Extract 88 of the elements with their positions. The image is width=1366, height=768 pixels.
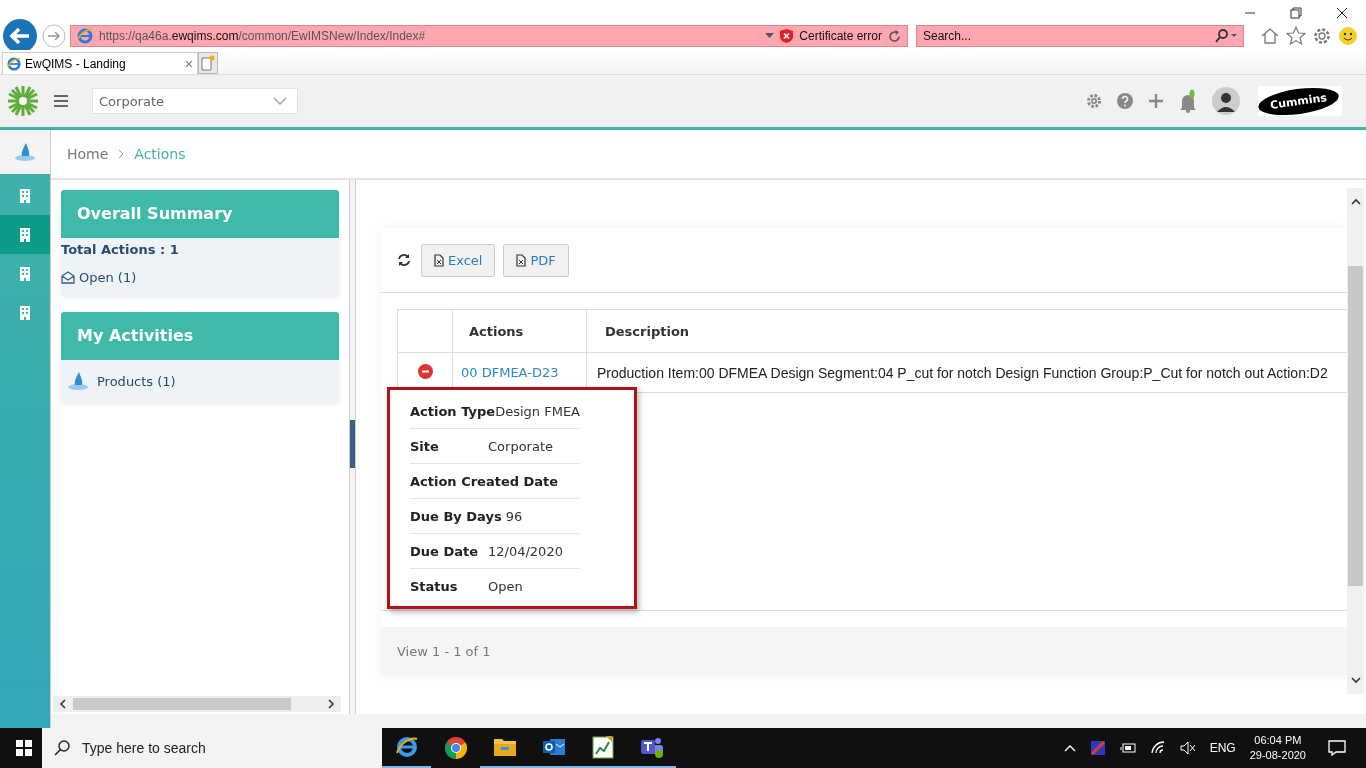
browser-icon[interactable] (394, 735, 419, 759)
table-cell: Production Item:00 DFMEA Design Segment:04 P_cut for notch Design Function Group:P_Cut for notch out Action:D2 (597, 364, 1328, 381)
column-header[interactable]: Actions (469, 323, 524, 339)
search-field[interactable]: Search... (916, 25, 1244, 47)
pager-info: View 1 - 1 of 1 (397, 643, 491, 659)
search-icon (54, 740, 70, 756)
snowflake-logo-icon (7, 85, 39, 117)
vertical-scrollbar[interactable] (1347, 188, 1364, 694)
tab-close[interactable]: × (184, 55, 193, 72)
droplet-icon (67, 371, 89, 391)
site-dropdown[interactable]: Corporate (92, 88, 298, 114)
scroll-left-icon[interactable] (59, 699, 67, 709)
chart-app-icon[interactable] (591, 735, 614, 759)
home-icon[interactable] (1260, 26, 1280, 46)
file-icon (516, 253, 527, 267)
browser-tab[interactable]: EwQIMS - Landing × (2, 52, 198, 74)
tab-title: EwQIMS - Landing (25, 56, 127, 71)
export-button[interactable]: PDF (503, 243, 569, 277)
browser-icon (7, 56, 21, 71)
team-chat-icon[interactable] (638, 735, 665, 759)
building-icon (20, 266, 30, 281)
detail-label: Action Created Date (410, 473, 559, 489)
scroll-up-icon[interactable] (1350, 198, 1361, 206)
detail-value: Corporate (488, 438, 553, 454)
chevron-right-icon (118, 149, 125, 159)
error-shield-icon[interactable] (780, 29, 794, 43)
close-icon[interactable] (1336, 7, 1348, 19)
detail-value: 12/04/2020 (488, 543, 563, 559)
battery-icon[interactable] (1119, 742, 1136, 754)
chrome-icon[interactable] (443, 736, 468, 760)
avatar-icon[interactable] (1212, 87, 1240, 115)
menu-icon[interactable] (54, 95, 68, 107)
detail-label: Status (410, 578, 459, 594)
scroll-down-icon[interactable] (1350, 676, 1361, 684)
detail-label: Site (410, 438, 440, 454)
star-icon[interactable] (1286, 26, 1306, 46)
bell-icon[interactable] (1179, 89, 1197, 113)
detail-value: 96 (505, 508, 523, 524)
clock-date[interactable]: 29-08-2020 (1249, 748, 1306, 763)
breadcrumb-link[interactable]: Home (67, 146, 109, 162)
column-header[interactable]: Description (605, 323, 690, 339)
folder-icon[interactable] (492, 736, 517, 758)
company-logo: Cummins (1258, 86, 1342, 116)
card-title: Overall Summary (61, 190, 339, 238)
app-tray-icon[interactable] (1089, 740, 1106, 756)
browser-icon (77, 28, 93, 44)
export-button[interactable]: Excel (421, 243, 496, 277)
building-icon (20, 305, 30, 320)
dropdown-icon[interactable] (765, 33, 775, 39)
new-tab-icon (201, 55, 215, 71)
clock-time[interactable]: 06:04 PM (1254, 733, 1302, 748)
speaker-muted-icon[interactable] (1179, 741, 1196, 755)
detail-value: Open (488, 578, 523, 594)
droplet-icon (14, 142, 36, 162)
envelope-icon (61, 270, 75, 284)
address-field[interactable]: https://qa46a.ewqims.com/common/EwIMSNew/Index/Index# Certificate error (70, 25, 908, 47)
detail-value: Design FMEA (495, 403, 580, 419)
language-indicator[interactable]: ENG (1209, 741, 1236, 755)
scroll-right-icon[interactable] (327, 699, 335, 709)
detail-label: Due By Days (410, 508, 502, 524)
collapse-icon[interactable] (417, 363, 433, 379)
settings-icon[interactable] (1312, 26, 1332, 46)
notifications-icon[interactable] (1328, 740, 1346, 756)
taskbar-search-field[interactable]: Type here to search (42, 728, 382, 768)
chevron-down-icon (273, 97, 287, 105)
refresh-icon[interactable] (397, 253, 411, 267)
building-icon (20, 227, 30, 242)
smiley-icon[interactable] (1338, 26, 1358, 46)
card-title: My Activities (61, 312, 339, 360)
wifi-icon[interactable] (1149, 741, 1166, 755)
file-icon (434, 253, 444, 267)
restore-icon[interactable] (1290, 7, 1302, 19)
detail-label: Due Date (410, 543, 479, 559)
horizontal-scrollbar[interactable] (53, 696, 341, 712)
windows-start-icon[interactable] (16, 740, 32, 756)
status-link[interactable]: Open (1) (61, 262, 339, 292)
nav-rail-item[interactable] (0, 130, 50, 176)
help-icon[interactable] (1117, 93, 1133, 109)
search-icon[interactable] (1214, 29, 1238, 43)
splitter-handle[interactable] (349, 420, 355, 468)
total-actions: Total Actions : 1 (61, 241, 180, 259)
chevron-up-icon[interactable] (1063, 744, 1076, 752)
building-icon (20, 188, 30, 203)
nav-rail-item[interactable] (0, 215, 50, 254)
settings-icon[interactable] (1086, 93, 1102, 109)
certificate-error[interactable]: Certificate error (799, 29, 882, 43)
mail-app-icon[interactable] (541, 736, 566, 758)
add-icon[interactable] (1148, 93, 1164, 109)
